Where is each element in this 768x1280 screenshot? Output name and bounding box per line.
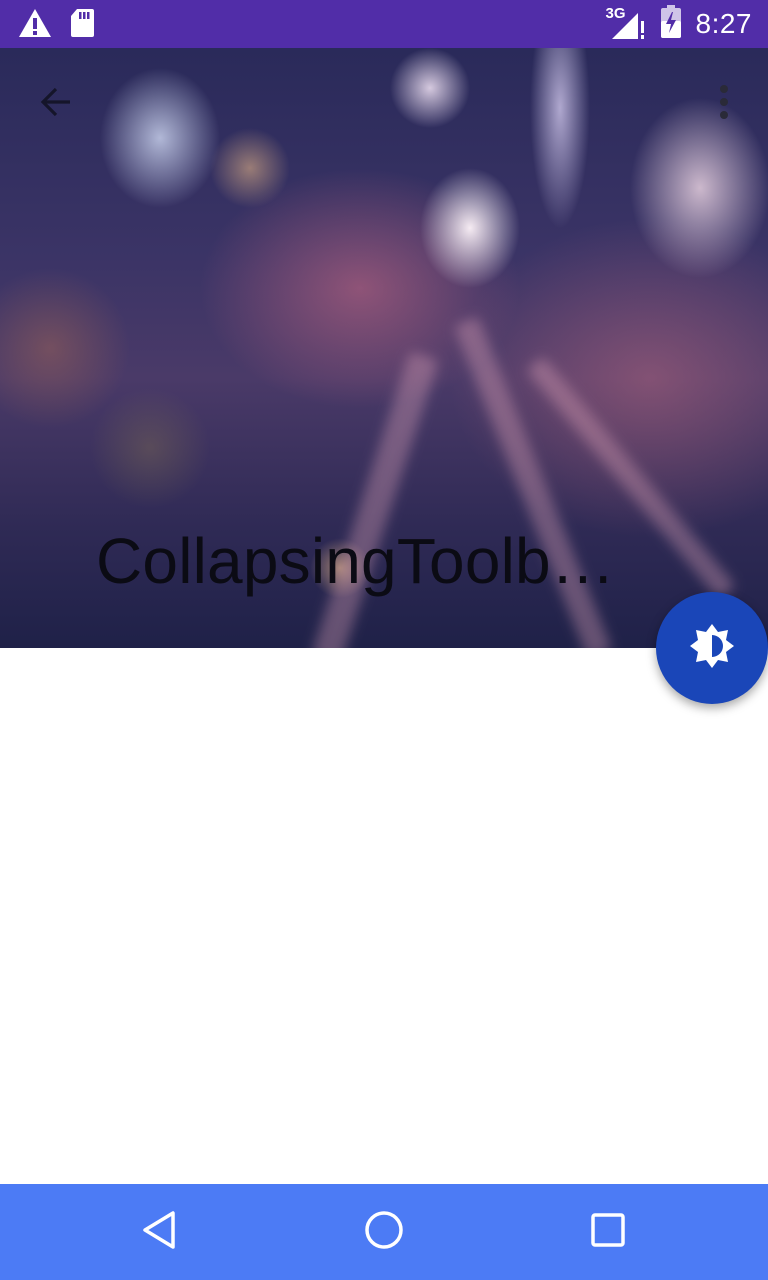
back-triangle-icon — [140, 1210, 180, 1255]
status-bar: 3G 8:27 — [0, 0, 768, 48]
home-circle-icon — [363, 1209, 405, 1256]
back-button[interactable] — [28, 76, 84, 132]
collapsing-toolbar-header: CollapsingToolb… — [0, 48, 768, 648]
status-time: 8:27 — [695, 8, 752, 39]
toolbar-title: CollapsingToolb… — [96, 525, 616, 597]
status-left-icons — [18, 8, 94, 43]
battery-charging-icon — [660, 4, 682, 44]
content-area — [0, 648, 768, 1184]
arrow-back-icon — [38, 84, 74, 125]
brightness-icon — [688, 622, 736, 675]
background-light-streak — [311, 351, 439, 648]
recents-square-icon — [589, 1211, 627, 1254]
warning-icon — [18, 8, 52, 43]
navigation-bar — [0, 1184, 768, 1280]
nav-home-button[interactable] — [356, 1204, 412, 1260]
nav-back-button[interactable] — [132, 1204, 188, 1260]
nav-recents-button[interactable] — [580, 1204, 636, 1260]
signal-3g-icon: 3G — [606, 5, 646, 41]
app-screen: 3G 8:27 CollapsingToolb… — [0, 0, 768, 1280]
status-right-icons: 3G 8:27 — [606, 0, 753, 48]
floating-action-button[interactable] — [656, 592, 768, 704]
sd-card-icon — [70, 8, 94, 43]
more-vert-icon — [718, 84, 730, 125]
overflow-menu-button[interactable] — [696, 76, 752, 132]
